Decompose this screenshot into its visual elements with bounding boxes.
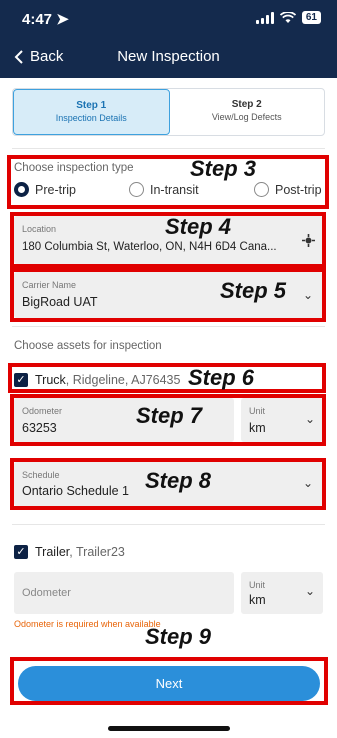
app-header: 4:47 ➤ 61 Back New Inspection [0,0,337,78]
divider [12,148,325,149]
unit-value: km [249,593,266,607]
trailer-checkbox[interactable]: ✓ [14,545,28,559]
status-icons: 61 [255,11,321,24]
chevron-down-icon: ⌄ [304,584,315,598]
trailer-odometer-input[interactable]: Odometer [14,572,234,614]
battery-icon: 61 [301,11,321,24]
assets-label: Choose assets for inspection [14,340,162,352]
clock-label: 4:47 [22,11,53,28]
status-time: 4:47 ➤ [22,10,69,28]
annotation-box-step9 [10,657,328,705]
wifi-icon [279,11,296,23]
signal-icon [255,11,274,24]
trailer-name: Trailer [35,545,70,559]
trailer-detail: , Trailer23 [69,545,125,559]
trailer-unit-select[interactable]: Unit km ⌄ [241,572,323,614]
step-subtitle: Inspection Details [55,113,127,123]
annotation-label-step6: Step 6 [188,365,255,390]
page-title: New Inspection [117,48,220,65]
annotation-label-step9: Step 9 [145,624,212,649]
unit-label: Unit [249,580,266,590]
step-title: Step 1 [76,100,107,111]
annotation-label-step8: Step 8 [145,468,212,493]
stepper: Step 1 Inspection Details Step 2 View/Lo… [12,88,325,136]
odometer-placeholder: Odometer [22,587,71,599]
location-arrow-icon: ➤ [56,11,69,28]
divider [12,326,325,327]
inspection-form: Step 1 Inspection Details Step 2 View/Lo… [0,78,337,738]
annotation-box-step3 [7,155,329,209]
trailer-label: Trailer, Trailer23 [35,545,125,559]
annotation-label-step7: Step 7 [136,403,203,428]
step-2-tab[interactable]: Step 2 View/Log Defects [170,89,325,135]
step-subtitle: View/Log Defects [211,112,282,122]
annotation-label-step3: Step 3 [190,156,257,181]
step-1-tab[interactable]: Step 1 Inspection Details [13,89,170,135]
annotation-label-step4: Step 4 [165,214,232,239]
annotation-label-step5: Step 5 [220,278,287,303]
home-indicator [108,726,230,731]
annotation-box-step6 [8,363,326,393]
step-title: Step 2 [231,99,262,110]
odometer-error-text: Odometer is required when available [14,619,161,629]
divider [12,524,325,525]
